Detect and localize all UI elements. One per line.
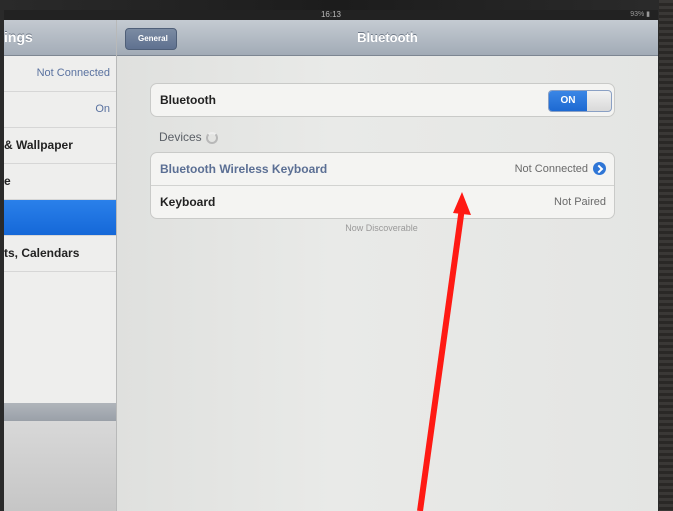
sidebar-title: ings	[4, 20, 116, 56]
device-status: Not Paired	[554, 196, 606, 208]
device-name: Keyboard	[160, 195, 216, 209]
bluetooth-label: Bluetooth	[160, 93, 216, 107]
ipad-screen: 16:13 93% ▮ ings Not Connected On & Wall…	[4, 10, 658, 511]
sidebar-item-label: & Wallpaper	[4, 138, 73, 152]
sidebar-item-calendars[interactable]: ts, Calendars	[4, 236, 116, 272]
disclosure-icon[interactable]	[593, 161, 606, 175]
status-bar: 16:13 93% ▮	[4, 10, 658, 20]
devices-section-label: Devices	[159, 130, 218, 144]
device-status: Not Connected	[515, 153, 606, 185]
sidebar-item-bluetooth[interactable]: Not Connected	[4, 56, 116, 92]
page-title: Bluetooth	[357, 30, 418, 45]
case-edge	[659, 0, 673, 511]
sidebar-item-selected[interactable]	[4, 200, 116, 236]
device-row[interactable]: Bluetooth Wireless Keyboard Not Connecte…	[151, 153, 614, 186]
detail-pane: Bluetooth ON Devices Bluetooth Wireless …	[117, 56, 658, 511]
sidebar-item-wallpaper[interactable]: & Wallpaper	[4, 128, 116, 164]
navigation-bar: General Bluetooth	[117, 20, 658, 56]
sidebar-item-value: On	[95, 103, 110, 115]
sidebar-item-value: Not Connected	[36, 67, 110, 79]
sidebar-item-label: e	[4, 174, 11, 188]
sidebar-item-location[interactable]: On	[4, 92, 116, 128]
devices-heading: Devices	[159, 130, 202, 144]
bluetooth-cell: Bluetooth ON	[151, 84, 614, 116]
devices-list: Bluetooth Wireless Keyboard Not Connecte…	[150, 152, 615, 219]
sidebar-section-divider	[4, 403, 116, 421]
toggle-on-label: ON	[549, 91, 587, 111]
settings-sidebar: ings Not Connected On & Wallpaper e ts, …	[4, 20, 117, 511]
sidebar-lower-area	[4, 421, 116, 511]
bluetooth-toggle[interactable]: ON	[548, 90, 612, 112]
discoverable-note: Now Discoverable	[345, 223, 418, 233]
sidebar-item-label: ts, Calendars	[4, 246, 80, 260]
device-status-text: Not Connected	[514, 163, 588, 175]
bluetooth-toggle-group: Bluetooth ON	[150, 83, 615, 117]
loading-spinner-icon	[205, 131, 218, 144]
sidebar-item-general[interactable]: e	[4, 164, 116, 200]
battery-indicator: 93% ▮	[630, 11, 650, 18]
device-row[interactable]: Keyboard Not Paired	[151, 186, 614, 218]
status-time: 16:13	[320, 10, 342, 19]
device-name: Bluetooth Wireless Keyboard	[160, 162, 328, 176]
